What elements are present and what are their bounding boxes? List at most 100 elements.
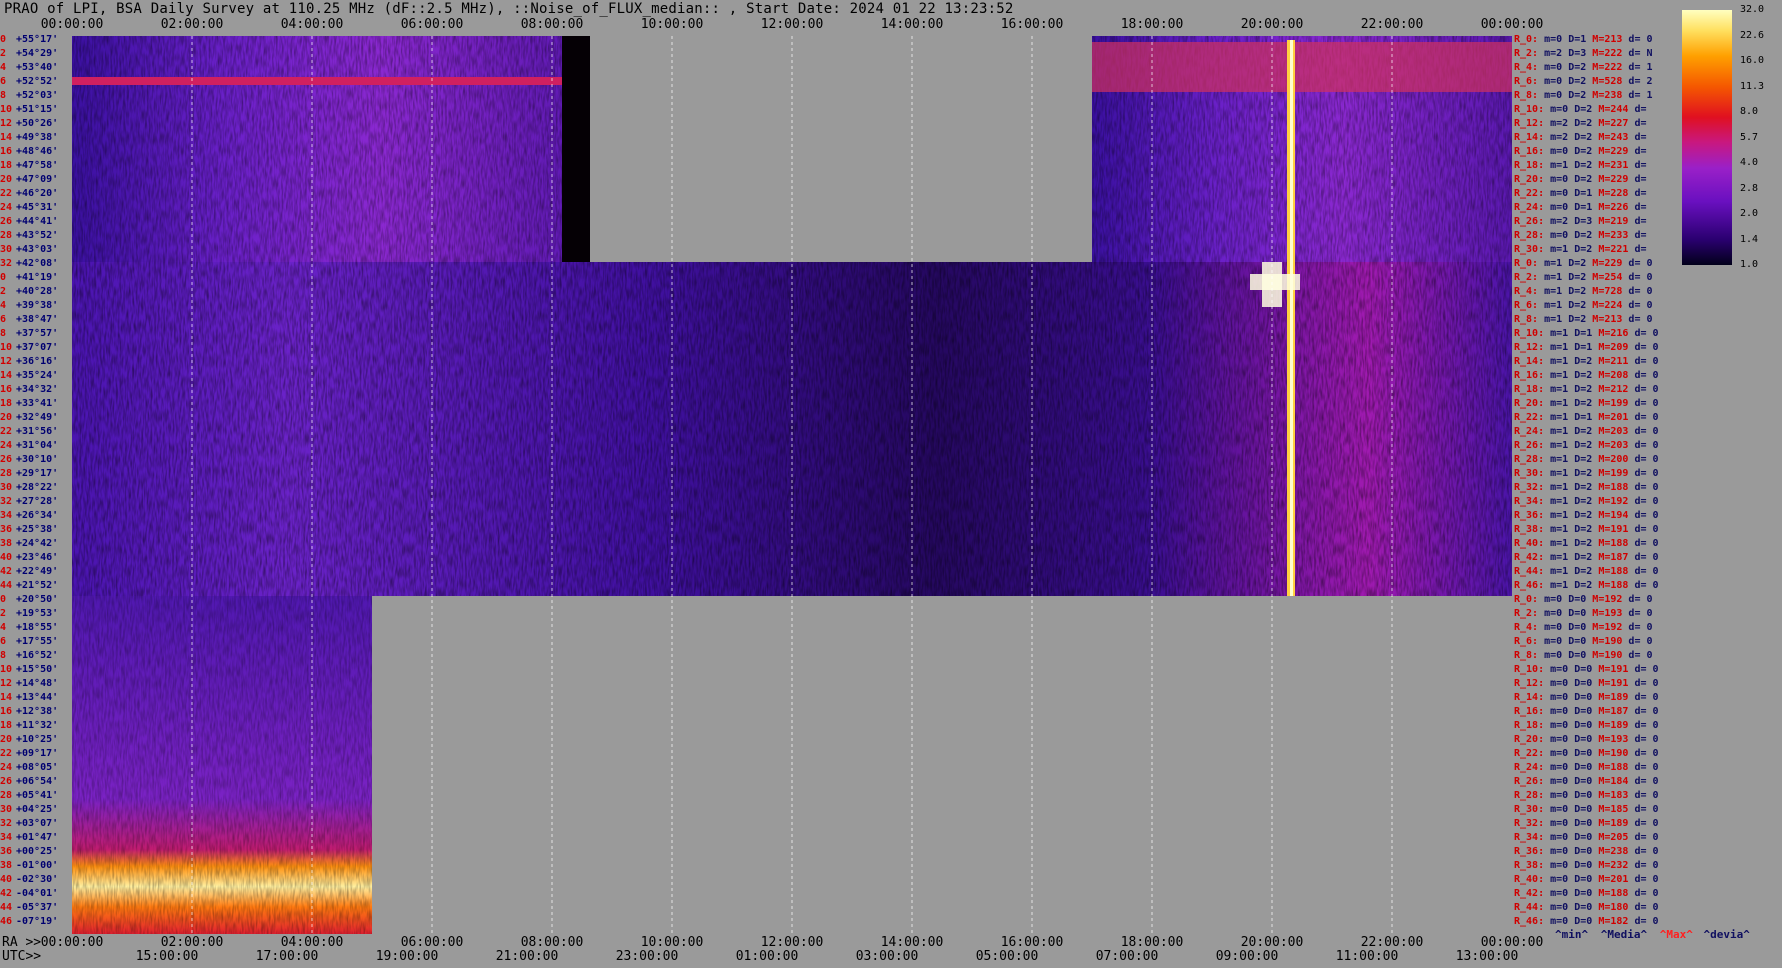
row-stat-field: d= 0: [1628, 902, 1659, 913]
row-stat-field: R_30:: [1514, 804, 1545, 815]
row-stat-field: d=: [1628, 244, 1647, 255]
row-stat-field: D=0: [1568, 832, 1593, 843]
row-stat-field: M=233: [1592, 230, 1629, 241]
row-stat-field: d=: [1628, 132, 1647, 143]
row-stat: R_22: m=0 D=1 M=228 d=: [1514, 188, 1646, 200]
row-stat-field: M=212: [1592, 384, 1629, 395]
row-stat-field: M=187: [1592, 706, 1629, 717]
row-stat-field: m=0: [1544, 776, 1569, 787]
row-stat-field: M=222: [1586, 48, 1623, 59]
row-stat-field: D=2: [1568, 482, 1593, 493]
row-stat-field: m=1: [1538, 258, 1563, 269]
row-stat: R_4: m=0 D=0 M=192 d= 0: [1514, 622, 1653, 634]
colorbar-tick: 22.6: [1740, 29, 1765, 41]
row-stat-field: R_4:: [1514, 286, 1539, 297]
row-stat-field: m=0: [1538, 76, 1563, 87]
row-stat-field: M=190: [1586, 636, 1623, 647]
row-stat-field: D=2: [1568, 454, 1593, 465]
utc-time-label: 21:00:00: [495, 949, 559, 964]
row-stat-field: m=1: [1544, 244, 1569, 255]
row-stat-field: M=188: [1592, 762, 1629, 773]
row-stat-field: R_8:: [1514, 90, 1539, 101]
row-stat-field: D=0: [1568, 916, 1593, 927]
row-stat-field: D=1: [1568, 328, 1593, 339]
row-stat-field: R_24:: [1514, 762, 1545, 773]
row-stat-field: D=0: [1568, 818, 1593, 829]
colorbar-tick: 2.0: [1740, 208, 1759, 219]
row-stat: R_10: m=0 D=0 M=191 d= 0: [1514, 664, 1659, 676]
row-stat-field: D=2: [1568, 566, 1593, 577]
row-stat-field: M=187: [1592, 552, 1629, 563]
row-stat-field: M=188: [1592, 566, 1629, 577]
row-stat-field: M=188: [1592, 482, 1629, 493]
ra-time-label: 16:00:00: [1000, 935, 1064, 950]
row-stat-field: R_8:: [1514, 650, 1539, 661]
row-stat-field: d= 0: [1628, 580, 1659, 591]
row-stat-field: M=191: [1592, 524, 1629, 535]
row-stat-field: D=2: [1568, 398, 1593, 409]
row-stat-field: R_32:: [1514, 482, 1545, 493]
row-stat-field: m=1: [1544, 342, 1569, 353]
row-stat: R_36: m=0 D=0 M=238 d= 0: [1514, 846, 1659, 858]
row-stat: R_32: m=0 D=0 M=189 d= 0: [1514, 818, 1659, 830]
row-stat-field: d= 0: [1622, 272, 1653, 283]
row-stat: R_8: m=0 D=0 M=190 d= 0: [1514, 650, 1653, 662]
row-stat-field: m=0: [1544, 916, 1569, 927]
row-stat-field: R_40:: [1514, 874, 1545, 885]
row-stat-field: m=0: [1544, 846, 1569, 857]
row-stat-field: d= 0: [1622, 622, 1653, 633]
row-stat-field: d= 0: [1628, 328, 1659, 339]
row-stat-field: D=2: [1568, 510, 1593, 521]
row-stat-field: D=1: [1568, 188, 1593, 199]
row-stat-field: d=: [1628, 202, 1647, 213]
row-stat-field: M=199: [1592, 468, 1629, 479]
row-stat: R_44: m=1 D=2 M=188 d= 0: [1514, 566, 1659, 578]
row-stat-field: D=2: [1568, 370, 1593, 381]
row-stat-field: R_24:: [1514, 426, 1545, 437]
row-stat-field: M=229: [1592, 146, 1629, 157]
row-stat-field: R_10:: [1514, 104, 1545, 115]
row-stat: R_8: m=0 D=2 M=238 d= 1: [1514, 90, 1653, 102]
row-stat-field: d= 0: [1628, 468, 1659, 479]
colorbar-tick: 8.0: [1740, 106, 1759, 117]
row-stat: R_42: m=1 D=2 M=187 d= 0: [1514, 552, 1659, 564]
utc-time-label: 05:00:00: [975, 949, 1039, 964]
row-stat-field: D=0: [1568, 804, 1593, 815]
row-stat-field: d= 0: [1628, 678, 1659, 689]
row-stat: R_0: m=0 D=1 M=213 d= 0: [1514, 34, 1653, 46]
row-stat-field: d= 0: [1628, 398, 1659, 409]
row-stat-field: D=2: [1568, 118, 1593, 129]
row-stat-field: D=2: [1562, 286, 1587, 297]
row-stat-field: d=: [1628, 146, 1647, 157]
source-track-core: [1290, 40, 1293, 596]
row-stat-field: M=201: [1592, 874, 1629, 885]
row-stat: R_18: m=1 D=2 M=231 d=: [1514, 160, 1646, 172]
row-stat-field: m=1: [1544, 482, 1569, 493]
row-stat-field: m=2: [1544, 216, 1569, 227]
row-stat-field: R_44:: [1514, 566, 1545, 577]
row-stat-field: D=1: [1568, 202, 1593, 213]
row-stat-field: m=1: [1544, 538, 1569, 549]
row-stat-field: m=0: [1544, 734, 1569, 745]
row-stat-field: M=221: [1592, 244, 1629, 255]
row-stat-field: M=192: [1586, 622, 1623, 633]
row-stat-field: m=0: [1544, 818, 1569, 829]
row-stat-field: R_6:: [1514, 76, 1539, 87]
row-stat: R_14: m=0 D=0 M=189 d= 0: [1514, 692, 1659, 704]
row-stat-field: D=0: [1568, 678, 1593, 689]
row-stat-field: m=1: [1544, 524, 1569, 535]
row-stat-field: d= 0: [1622, 258, 1653, 269]
row-stat-field: R_18:: [1514, 720, 1545, 731]
row-stat: R_22: m=0 D=0 M=190 d= 0: [1514, 748, 1659, 760]
row-stat-field: m=2: [1538, 48, 1563, 59]
row-stat-field: M=229: [1586, 258, 1623, 269]
row-stat-field: m=0: [1544, 104, 1569, 115]
row-stat-field: d= 0: [1628, 846, 1659, 857]
ra-time-label: 08:00:00: [520, 935, 584, 950]
row-stat-field: M=232: [1592, 860, 1629, 871]
row-stat-field: m=2: [1544, 118, 1569, 129]
row-stat-field: d= 0: [1628, 804, 1659, 815]
row-stat: R_34: m=0 D=0 M=205 d= 0: [1514, 832, 1659, 844]
ra-time-label: 10:00:00: [640, 935, 704, 950]
row-stat: R_12: m=2 D=2 M=227 d=: [1514, 118, 1646, 130]
